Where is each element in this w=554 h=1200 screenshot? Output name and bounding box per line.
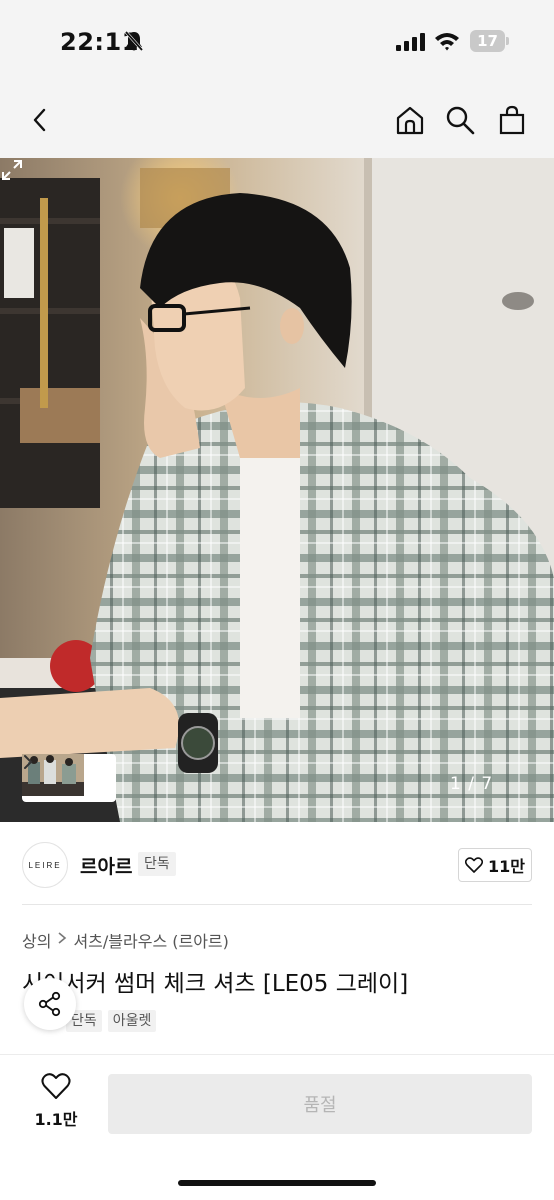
divider (0, 1054, 554, 1055)
brand-like-count: 11만 (488, 857, 525, 876)
heart-icon (41, 1073, 71, 1099)
signal-icon (396, 33, 425, 51)
expand-icon[interactable] (0, 158, 24, 182)
wifi-icon (435, 33, 459, 51)
breadcrumb-category[interactable]: 상의 (22, 928, 51, 952)
home-button[interactable] (392, 102, 428, 138)
brand-logo[interactable]: LEIRE (22, 842, 68, 888)
search-button[interactable] (442, 102, 478, 138)
shopping-bag-icon (499, 105, 525, 135)
back-button[interactable] (22, 102, 58, 138)
thumbnail-image[interactable] (22, 754, 87, 799)
home-icon (396, 106, 424, 135)
heart-icon (465, 857, 483, 873)
brand-logo-text: LEIRE (28, 860, 62, 870)
search-icon (446, 106, 475, 135)
brand-exclusive-badge: 단독 (138, 852, 176, 876)
chevron-right-icon (24, 755, 33, 769)
sold-out-button[interactable]: 품절 (108, 1074, 532, 1134)
thumbnail-strip[interactable] (22, 754, 116, 802)
nav-bar (0, 84, 554, 158)
brand-name[interactable]: 르아르 (80, 852, 132, 879)
page-indicator: 1 / 7 (450, 774, 494, 794)
product-image[interactable]: 1 / 7 (0, 158, 554, 822)
wishlist-count: 1.1만 (34, 1110, 78, 1129)
battery-level: 17 (477, 32, 498, 50)
brand-like-button[interactable]: 11만 (458, 848, 532, 882)
battery-icon: 17 (470, 30, 510, 52)
bell-off-icon (124, 31, 144, 51)
battery-cap (506, 37, 509, 45)
share-button[interactable] (24, 978, 76, 1030)
back-chevron-icon (33, 108, 46, 132)
breadcrumb-subcategory[interactable]: 셔츠/블라우스 (르아르) (73, 928, 228, 952)
share-icon (38, 991, 61, 1017)
chevron-right-icon (57, 932, 67, 948)
cart-button[interactable] (494, 102, 530, 138)
product-photo (0, 158, 554, 822)
product-tag: 아울렛 (107, 1010, 157, 1032)
divider (22, 904, 532, 905)
status-bar: 22:11 17 (0, 0, 554, 84)
product-title: 시어서커 썸머 체크 셔츠 [LE05 그레이] (22, 971, 409, 997)
home-indicator (178, 1180, 376, 1186)
brand-row: LEIRE 르아르 단독 11만 (0, 830, 554, 900)
breadcrumb: 상의 셔츠/블라우스 (르아르) (22, 928, 229, 952)
wishlist-button[interactable]: 1.1만 (30, 1072, 82, 1132)
